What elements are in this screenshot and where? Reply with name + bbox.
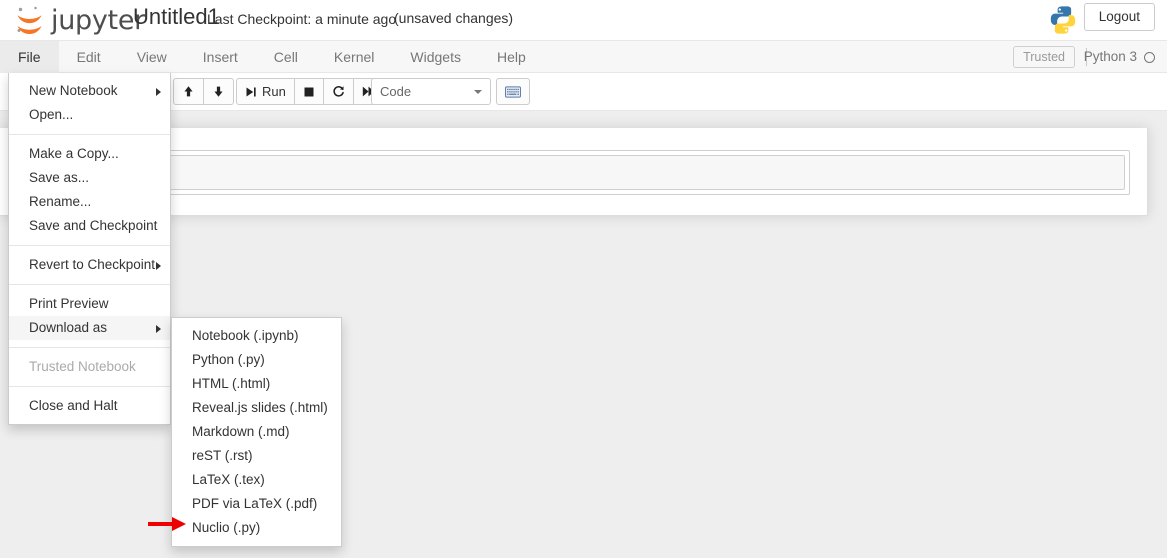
download-as-markdown-md[interactable]: Markdown (.md) <box>172 420 341 444</box>
file-menu-item-label: Open... <box>29 107 74 122</box>
interrupt-kernel-button[interactable] <box>293 78 324 105</box>
jupyter-logo-link[interactable]: jupyter <box>12 1 145 39</box>
menu-separator <box>9 134 170 135</box>
cell-type-select[interactable]: Code <box>371 78 491 105</box>
move-cell-down-button[interactable] <box>203 78 234 105</box>
file-menu-item-label: Save and Checkpoint <box>29 218 158 233</box>
run-cell-icon <box>245 86 257 98</box>
move-cell-up-button[interactable] <box>173 78 204 105</box>
command-palette-button[interactable] <box>496 78 530 105</box>
chevron-right-icon <box>156 262 161 270</box>
trusted-badge[interactable]: Trusted <box>1013 46 1075 68</box>
file-menu-save-and-checkpoint[interactable]: Save and Checkpoint <box>9 214 170 238</box>
last-checkpoint-label: Last Checkpoint: a minute ago <box>207 11 397 27</box>
save-status-label: (unsaved changes) <box>394 10 514 26</box>
menu-view[interactable]: View <box>119 41 185 73</box>
menu-separator <box>9 347 170 348</box>
run-button-label: Run <box>262 84 286 99</box>
notebook-container <box>0 128 1148 216</box>
menu-separator <box>9 284 170 285</box>
menu-help[interactable]: Help <box>479 41 544 73</box>
file-menu-print-preview[interactable]: Print Preview <box>9 292 170 316</box>
file-menu-make-a-copy[interactable]: Make a Copy... <box>9 142 170 166</box>
toolbar-group-palette <box>496 78 530 105</box>
chevron-right-icon <box>156 325 161 333</box>
file-menu-item-label: Make a Copy... <box>29 146 119 161</box>
file-menu-item-label: Trusted Notebook <box>29 359 136 374</box>
download-as-latex-tex[interactable]: LaTeX (.tex) <box>172 468 341 492</box>
file-menu-item-label: Revert to Checkpoint <box>29 257 156 272</box>
download-as-rest-rst[interactable]: reST (.rst) <box>172 444 341 468</box>
file-menu-item-label: Close and Halt <box>29 398 118 413</box>
jupyter-wordmark: jupyter <box>51 4 145 36</box>
menu-cell[interactable]: Cell <box>256 41 316 73</box>
file-menu-trusted-notebook: Trusted Notebook <box>9 355 170 379</box>
cell-code-input[interactable] <box>25 155 1125 190</box>
file-menu-revert-to-checkpoint[interactable]: Revert to Checkpoint <box>9 253 170 277</box>
notebook-toolbar: Run Code <box>0 73 1167 111</box>
download-as-notebook-ipynb[interactable]: Notebook (.ipynb) <box>172 324 341 348</box>
stop-square-icon <box>303 86 315 98</box>
toolbar-group-move <box>173 78 234 105</box>
jupyter-logo-icon <box>12 2 48 38</box>
menu-kernel[interactable]: Kernel <box>316 41 392 73</box>
chevron-down-icon <box>474 90 482 94</box>
file-menu-rename[interactable]: Rename... <box>9 190 170 214</box>
file-menu-save-as[interactable]: Save as... <box>9 166 170 190</box>
menu-separator <box>9 245 170 246</box>
file-menu-item-label: Download as <box>29 320 108 335</box>
cell-type-value: Code <box>380 84 412 99</box>
file-menu-open[interactable]: Open... <box>9 103 170 127</box>
file-menu-dropdown: New Notebook Open... Make a Copy... Save… <box>8 73 171 425</box>
run-cell-button[interactable]: Run <box>236 78 295 105</box>
toolbar-group-run: Run <box>236 78 384 105</box>
menu-bar: File Edit View Insert Cell Kernel Widget… <box>0 41 1167 73</box>
download-as-python-py[interactable]: Python (.py) <box>172 348 341 372</box>
restart-circle-icon <box>332 85 345 98</box>
notebook-cell[interactable] <box>20 150 1130 195</box>
menu-file[interactable]: File <box>0 41 59 73</box>
menu-widgets[interactable]: Widgets <box>392 41 479 73</box>
arrow-up-icon <box>182 85 195 98</box>
download-as-html[interactable]: HTML (.html) <box>172 372 341 396</box>
page-header: jupyter Untitled1 Last Checkpoint: a min… <box>0 0 1167 41</box>
file-menu-item-label: Rename... <box>29 194 92 209</box>
logout-button[interactable]: Logout <box>1083 3 1155 31</box>
download-as-pdf-via-latex[interactable]: PDF via LaTeX (.pdf) <box>172 492 341 516</box>
kernel-name-label: Python 3 <box>1083 49 1137 64</box>
download-as-revealjs-slides[interactable]: Reveal.js slides (.html) <box>172 396 341 420</box>
kernel-idle-circle-icon <box>1144 51 1155 63</box>
menu-edit[interactable]: Edit <box>59 41 119 73</box>
menu-insert[interactable]: Insert <box>185 41 256 73</box>
file-menu-new-notebook[interactable]: New Notebook <box>9 79 170 103</box>
file-menu-item-label: Save as... <box>29 170 90 185</box>
python-logo-icon <box>1047 4 1079 41</box>
download-as-nuclio-py[interactable]: Nuclio (.py) <box>172 516 341 540</box>
menu-separator <box>9 386 170 387</box>
chevron-right-icon <box>156 88 161 96</box>
arrow-down-icon <box>212 85 225 98</box>
file-menu-item-label: Print Preview <box>29 296 109 311</box>
file-menu-item-label: New Notebook <box>29 83 118 98</box>
file-menu-download-as[interactable]: Download as <box>9 316 170 340</box>
keyboard-icon <box>505 85 521 98</box>
download-as-submenu: Notebook (.ipynb) Python (.py) HTML (.ht… <box>171 317 342 547</box>
file-menu-close-and-halt[interactable]: Close and Halt <box>9 394 170 418</box>
restart-kernel-button[interactable] <box>322 78 354 105</box>
kernel-indicator[interactable]: Python 3 <box>1084 47 1155 67</box>
